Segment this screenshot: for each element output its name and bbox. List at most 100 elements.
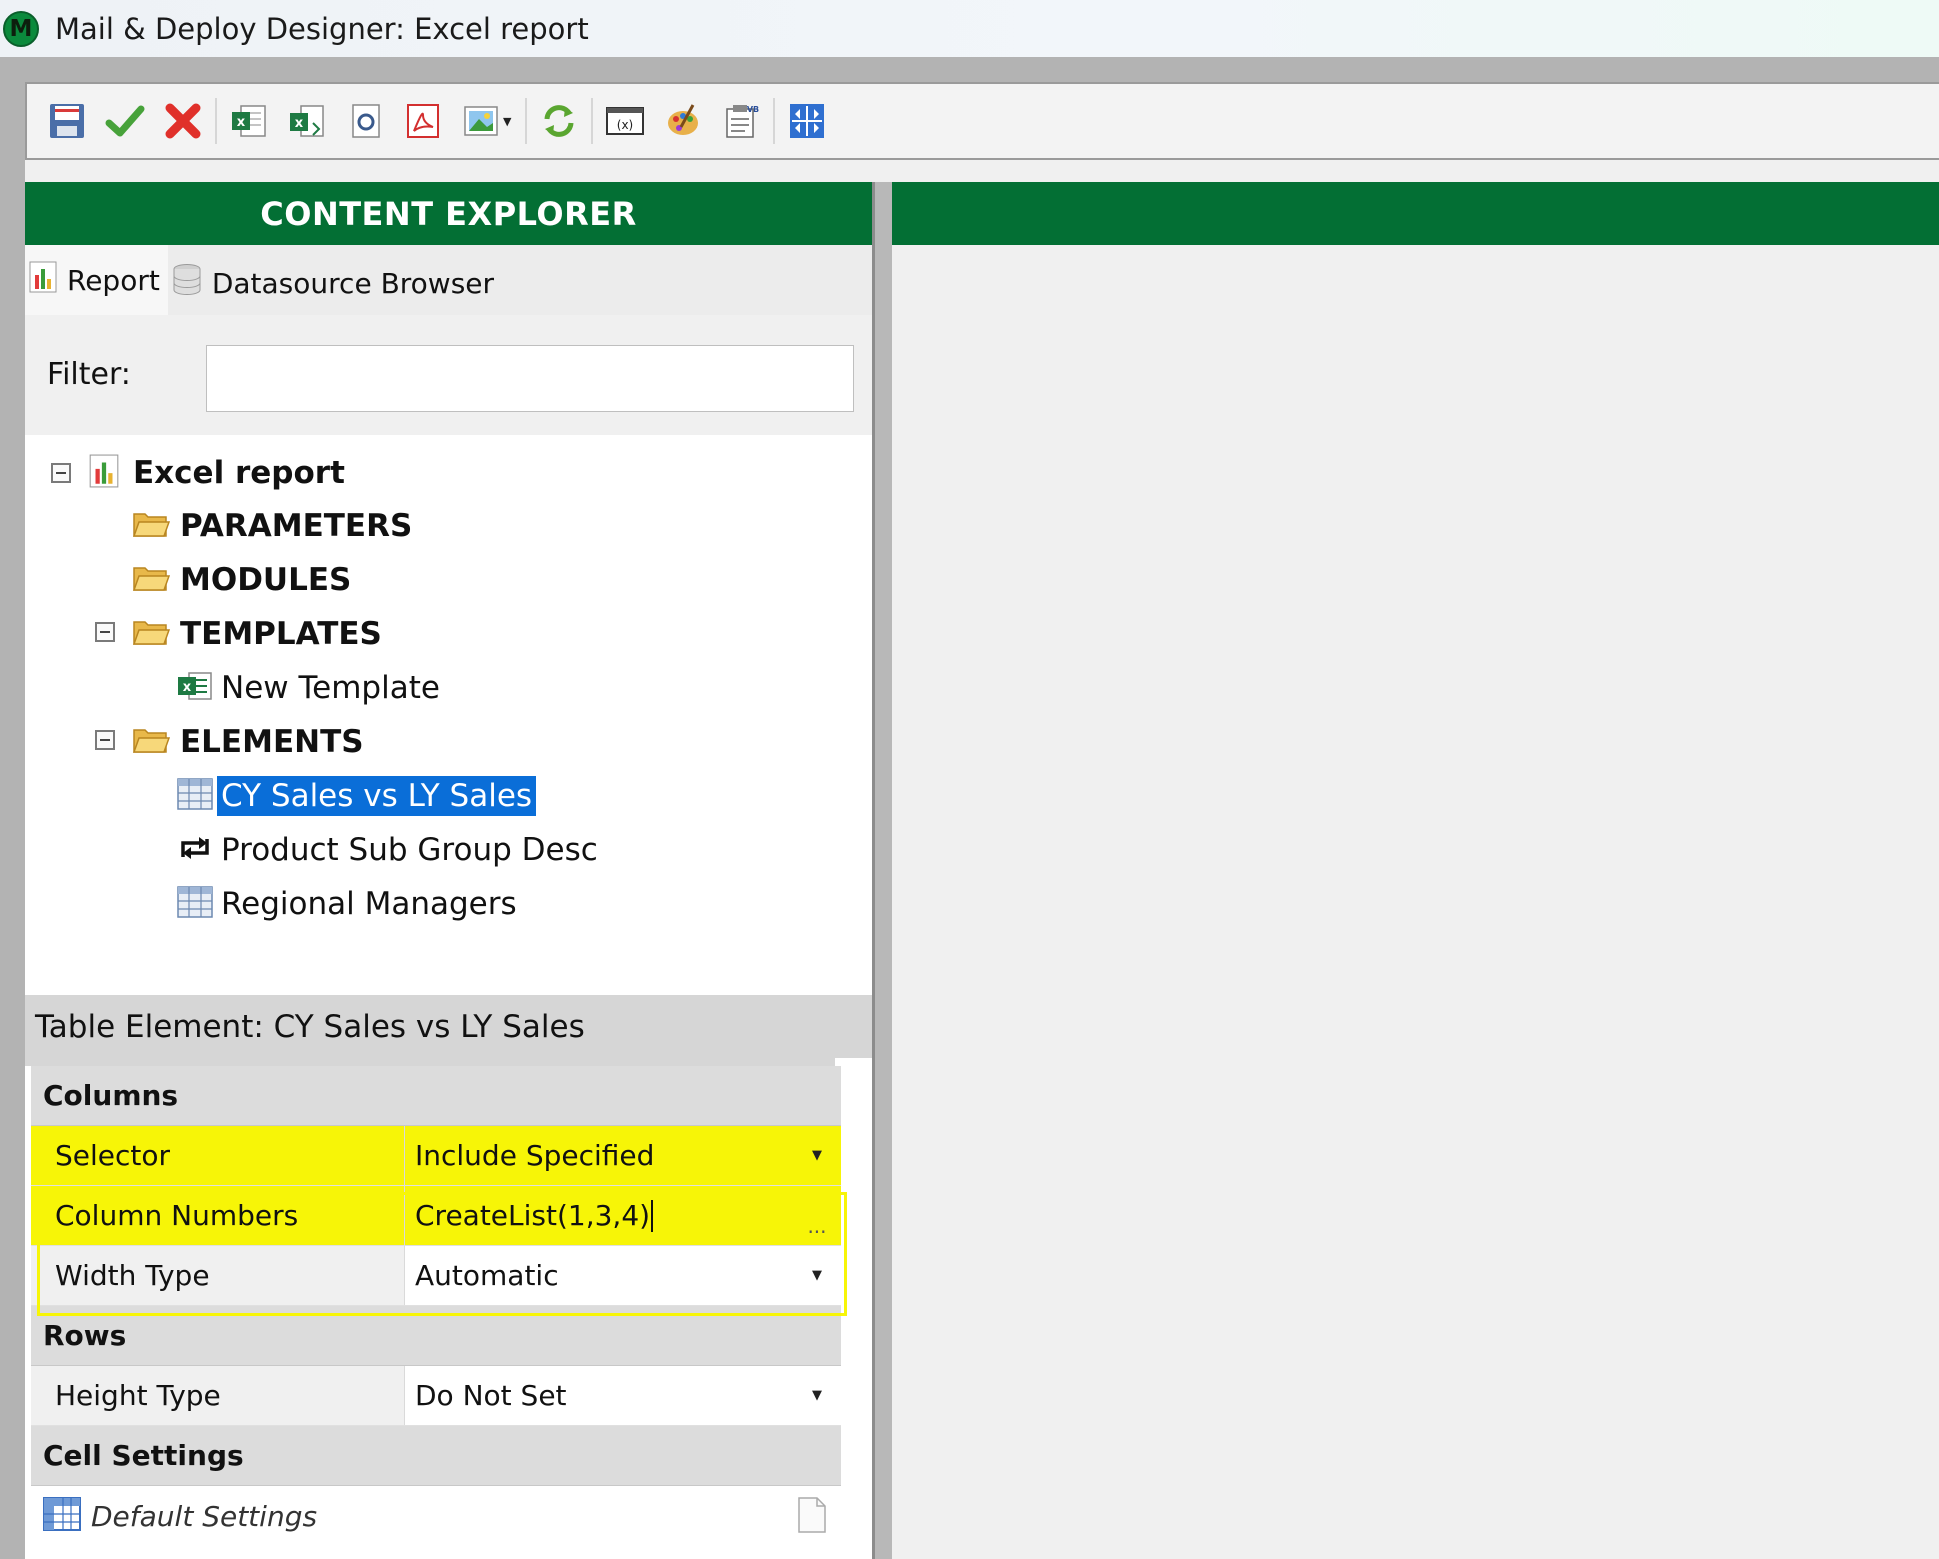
toolbar-separator <box>215 98 217 144</box>
tree-parameters-label: PARAMETERS <box>180 508 413 544</box>
tree-regional-managers-label: Regional Managers <box>221 886 517 922</box>
tree-modules-label: MODULES <box>180 562 352 598</box>
svg-text:x: x <box>295 116 304 131</box>
category-rows[interactable]: Rows <box>31 1306 841 1366</box>
title-bar: M Mail & Deploy Designer: Excel report <box>0 0 1939 57</box>
database-icon <box>172 263 202 304</box>
table-icon <box>177 885 213 923</box>
category-cell-settings[interactable]: Cell Settings <box>31 1426 841 1486</box>
report-icon <box>89 454 119 492</box>
toolbar-separator <box>525 98 528 144</box>
folder-icon <box>132 724 171 760</box>
designer-panel <box>892 182 1939 1559</box>
filter-input[interactable] <box>206 345 854 412</box>
height-type-dropdown[interactable]: Do Not Set ▼ <box>405 1366 841 1425</box>
variable-icon[interactable]: (x) <box>599 95 651 147</box>
report-tree: Excel report PARAMETERS MODULES TEMPLATE… <box>25 435 872 995</box>
tree-item-cy-sales-vs-ly-sales[interactable]: CY Sales vs LY Sales <box>177 771 537 821</box>
property-row-height-type[interactable]: Height Type Do Not Set ▼ <box>31 1366 841 1426</box>
toolbar-separator <box>773 98 776 144</box>
save-icon[interactable] <box>41 95 93 147</box>
layout-icon[interactable] <box>781 95 833 147</box>
width-type-label: Width Type <box>31 1246 405 1305</box>
tree-item-root[interactable]: Excel report <box>89 448 349 498</box>
tree-item-new-template[interactable]: x New Template <box>177 663 444 713</box>
column-numbers-value: CreateList(1,3,4) <box>415 1199 651 1232</box>
column-numbers-label: Column Numbers <box>31 1186 405 1245</box>
report-icon <box>29 261 57 300</box>
document-icon[interactable] <box>797 1496 827 1538</box>
default-settings-label: Default Settings <box>91 1499 318 1533</box>
column-numbers-input[interactable]: CreateList(1,3,4) ... <box>405 1186 841 1245</box>
toolbar: x x ▼ (x) VB <box>25 82 1939 160</box>
selector-label: Selector <box>31 1126 405 1185</box>
properties-spacer <box>25 1058 835 1066</box>
tree-product-sub-group-label: Product Sub Group Desc <box>221 832 598 868</box>
width-type-value: Automatic <box>415 1259 559 1292</box>
collapse-toggle-icon[interactable] <box>95 730 115 750</box>
excel-export-icon[interactable]: x <box>223 95 275 147</box>
folder-icon <box>132 508 171 544</box>
category-cell-settings-label: Cell Settings <box>43 1439 244 1472</box>
tree-item-product-sub-group-desc[interactable]: Product Sub Group Desc <box>177 825 602 875</box>
tree-root-label: Excel report <box>133 455 345 491</box>
palette-icon[interactable] <box>657 95 709 147</box>
collapse-toggle-icon[interactable] <box>95 622 115 642</box>
property-grid: Columns Selector Include Specified ▼ Col… <box>31 1066 847 1546</box>
ellipsis-button[interactable]: ... <box>799 1190 835 1242</box>
tree-item-parameters[interactable]: PARAMETERS <box>132 501 416 551</box>
svg-text:x: x <box>183 680 192 695</box>
svg-text:VB: VB <box>747 105 759 114</box>
category-columns[interactable]: Columns <box>31 1066 841 1126</box>
app-logo: M <box>3 10 39 47</box>
tab-report[interactable]: Report <box>25 245 168 315</box>
category-rows-label: Rows <box>43 1319 127 1352</box>
properties-title: Table Element: CY Sales vs LY Sales <box>25 995 872 1058</box>
window-title: Mail & Deploy Designer: Excel report <box>55 11 589 46</box>
tree-new-template-label: New Template <box>221 670 440 706</box>
text-cursor <box>651 1199 654 1232</box>
toolbar-separator <box>591 98 594 144</box>
delete-icon[interactable] <box>157 95 209 147</box>
preview-icon[interactable] <box>339 95 391 147</box>
tab-datasource-browser[interactable]: Datasource Browser <box>168 245 502 315</box>
tree-item-templates[interactable]: TEMPLATES <box>132 609 386 659</box>
panel-splitter[interactable] <box>875 182 892 1559</box>
explorer-tabs: Report Datasource Browser <box>25 245 872 315</box>
tree-templates-label: TEMPLATES <box>180 616 382 652</box>
collapse-toggle-icon[interactable] <box>51 463 71 483</box>
tree-item-regional-managers[interactable]: Regional Managers <box>177 879 521 929</box>
selector-dropdown[interactable]: Include Specified ▼ <box>405 1126 841 1185</box>
cell-settings-icon <box>43 1497 81 1535</box>
filter-row: Filter: <box>25 315 872 435</box>
designer-header <box>892 182 1939 245</box>
refresh-icon[interactable] <box>533 95 585 147</box>
tree-item-elements[interactable]: ELEMENTS <box>132 717 368 767</box>
content-explorer-header: CONTENT EXPLORER <box>25 182 872 245</box>
window-frame-top <box>0 57 1939 82</box>
height-type-value: Do Not Set <box>415 1379 567 1412</box>
checkmark-icon[interactable] <box>99 95 151 147</box>
property-row-width-type[interactable]: Width Type Automatic ▼ <box>31 1246 841 1306</box>
dropdown-arrow-icon[interactable]: ▼ <box>799 1255 835 1295</box>
excel-template-icon[interactable]: x <box>281 95 333 147</box>
width-type-dropdown[interactable]: Automatic ▼ <box>405 1246 841 1305</box>
height-type-label: Height Type <box>31 1366 405 1425</box>
property-row-selector[interactable]: Selector Include Specified ▼ <box>31 1126 841 1186</box>
image-icon[interactable] <box>455 95 507 147</box>
pdf-icon[interactable] <box>397 95 449 147</box>
content-explorer-panel: CONTENT EXPLORER Report Datasource Brows… <box>25 182 875 1559</box>
svg-text:(x): (x) <box>617 118 633 132</box>
default-settings-row[interactable]: Default Settings <box>31 1486 841 1546</box>
category-columns-label: Columns <box>43 1079 179 1112</box>
dropdown-arrow-icon[interactable]: ▼ <box>799 1135 835 1175</box>
property-row-column-numbers[interactable]: Column Numbers CreateList(1,3,4) ... <box>31 1186 841 1246</box>
dropdown-arrow-icon[interactable]: ▼ <box>799 1375 835 1415</box>
tree-item-modules[interactable]: MODULES <box>132 555 355 605</box>
loop-icon <box>177 833 213 867</box>
excel-icon: x <box>177 670 213 706</box>
tree-elements-label: ELEMENTS <box>180 724 364 760</box>
vb-script-icon[interactable]: VB <box>715 95 767 147</box>
svg-text:x: x <box>237 115 246 130</box>
folder-icon <box>132 616 171 652</box>
